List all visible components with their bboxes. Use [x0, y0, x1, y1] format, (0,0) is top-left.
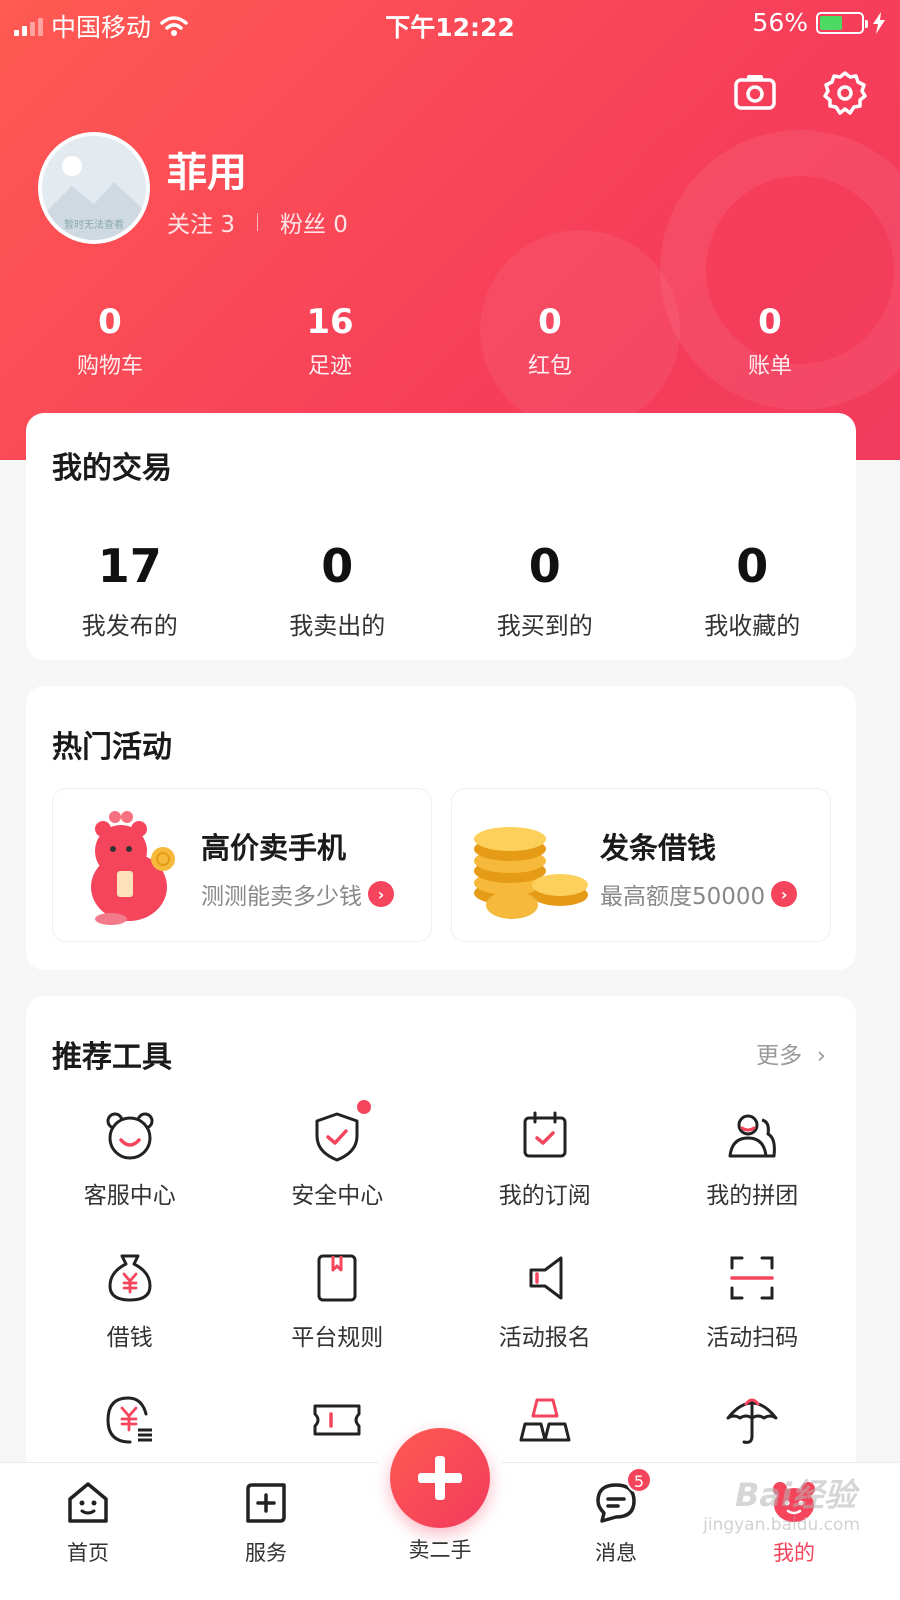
- trade-published[interactable]: 17 我发布的: [26, 538, 234, 641]
- home-icon: [68, 1482, 108, 1523]
- stat-bill[interactable]: 0 账单: [660, 300, 880, 380]
- rulebook-icon: [317, 1254, 357, 1302]
- follow-info: 关注 3 粉丝 0: [167, 205, 348, 239]
- tool-customer-service[interactable]: 客服中心: [26, 1108, 234, 1210]
- tool-security-center[interactable]: 安全中心: [234, 1100, 442, 1210]
- tab-home[interactable]: 首页: [28, 1479, 148, 1567]
- watermark-logo: Bai经验: [735, 1476, 856, 1514]
- chevron-right-icon: ›: [368, 881, 394, 907]
- chevron-right-icon: ›: [816, 1043, 826, 1069]
- plus-square-icon: [246, 1483, 286, 1523]
- username: 菲用: [167, 150, 247, 196]
- group-icon: [728, 1114, 777, 1158]
- watermark-url: jingyan.baidu.com: [703, 1515, 860, 1535]
- avatar[interactable]: 暂时无法查看: [38, 132, 150, 244]
- shield-check-icon: [315, 1112, 359, 1162]
- stat-cart[interactable]: 0 购物车: [0, 300, 220, 380]
- gear-icon[interactable]: [820, 68, 870, 118]
- yuan-list-icon: [106, 1396, 152, 1444]
- section-title: 推荐工具: [52, 1040, 172, 1075]
- my-trades-card: 我的交易 17 我发布的 0 我卖出的 0 我买到的 0 我收藏的: [26, 413, 856, 660]
- notification-dot: [357, 1100, 372, 1114]
- tool-platform-rules[interactable]: 平台规则: [234, 1250, 442, 1352]
- tool-my-subscriptions[interactable]: 我的订阅: [441, 1108, 649, 1210]
- sell-label: 卖二手: [408, 1538, 472, 1562]
- trade-bought[interactable]: 0 我买到的: [441, 538, 649, 641]
- promo-subtitle: 最高额度50000: [600, 884, 766, 910]
- scan-icon: [730, 1256, 774, 1300]
- profile-header: 中国移动 下午12:22 56% 暂时无法查看 菲用 关注 3 粉丝 0 0 购…: [0, 0, 900, 460]
- camera-icon[interactable]: [730, 68, 780, 118]
- profile-stats: 0 购物车 16 足迹 0 红包 0 账单: [0, 300, 880, 380]
- chevron-right-icon: ›: [771, 881, 798, 907]
- umbrella-icon: [726, 1398, 778, 1444]
- tab-messages[interactable]: 5 消息: [556, 1467, 676, 1567]
- sell-secondhand-button[interactable]: [390, 1428, 490, 1528]
- status-bar: 中国移动 下午12:22 56%: [0, 0, 900, 44]
- promo-title: 发条借钱: [600, 831, 717, 865]
- tool-event-signup[interactable]: 活动报名: [441, 1250, 649, 1352]
- tab-service[interactable]: 服务: [206, 1479, 326, 1567]
- following-link[interactable]: 关注 3: [167, 205, 235, 239]
- calendar-check-icon: [523, 1111, 567, 1158]
- tool-event-scan[interactable]: 活动扫码: [649, 1250, 857, 1352]
- red-bear-illustration: [91, 811, 175, 925]
- message-badge: 5: [626, 1467, 652, 1493]
- stat-red-packet[interactable]: 0 红包: [440, 300, 660, 380]
- stat-footprint[interactable]: 16 足迹: [220, 300, 440, 380]
- tool-borrow[interactable]: 借钱: [26, 1250, 234, 1352]
- promo-sell-phone[interactable]: 高价卖手机 测测能卖多少钱 ›: [52, 788, 432, 942]
- tool-yuan-list[interactable]: [26, 1392, 234, 1460]
- battery-percent: 56%: [752, 8, 808, 37]
- ticket-icon: [313, 1404, 361, 1436]
- promo-subtitle: 测测能卖多少钱: [201, 884, 362, 910]
- section-title: 我的交易: [52, 451, 172, 486]
- sell-button-ring: [376, 1414, 504, 1542]
- gold-bars-icon: [519, 1398, 571, 1442]
- bear-face-icon: [106, 1112, 154, 1160]
- charging-icon: [873, 11, 885, 34]
- avatar-placeholder-text: 暂时无法查看: [64, 220, 124, 231]
- promo-borrow[interactable]: 发条借钱 最高额度50000 ›: [451, 788, 831, 942]
- more-link[interactable]: 更多 ›: [756, 1036, 826, 1070]
- section-title: 热门活动: [52, 730, 172, 765]
- fans-link[interactable]: 粉丝 0: [280, 205, 348, 239]
- hot-activities-card: 热门活动 高价卖手机 测测能卖多少钱 › 发条借钱 最高额度50000 ›: [26, 686, 856, 970]
- tool-my-group-buy[interactable]: 我的拼团: [649, 1108, 857, 1210]
- gold-coins-illustration: [474, 827, 588, 919]
- tool-umbrella[interactable]: [649, 1392, 857, 1460]
- trade-favorites[interactable]: 0 我收藏的: [649, 538, 857, 641]
- battery-icon: [816, 11, 868, 34]
- money-bag-icon: [108, 1254, 152, 1302]
- trade-sold[interactable]: 0 我卖出的: [234, 538, 442, 641]
- promo-title: 高价卖手机: [201, 831, 347, 865]
- megaphone-icon: [529, 1256, 563, 1300]
- divider: [256, 213, 258, 231]
